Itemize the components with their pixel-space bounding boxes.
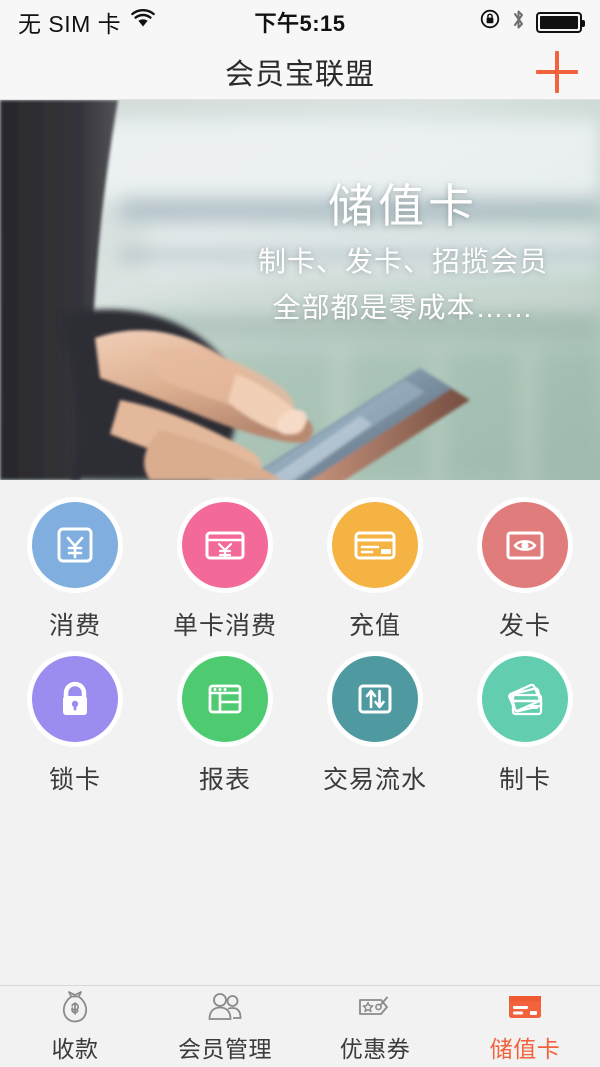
grid-item-label: 充值 [348,612,401,640]
report-window-icon [182,656,268,742]
tab-stored-value-card[interactable]: 储值卡 [450,986,600,1067]
up-down-arrows-icon [332,656,418,742]
bluetooth-icon [511,8,526,37]
wifi-icon [130,9,156,35]
grid-item-issue-card[interactable]: 发卡 [450,502,600,642]
grid-item-transactions[interactable]: 交易流水 [300,656,450,796]
battery-full-icon [536,11,586,33]
rotation-lock-icon [479,8,501,36]
promo-banner[interactable]: 储值卡 制卡、发卡、招揽会员 全部都是零成本…… [0,100,600,480]
grid-item-consume[interactable]: 消费 [0,502,150,642]
feature-grid: 消费 单卡消费 充值 发卡 锁卡 报表 交易流水 制卡 [0,502,600,796]
grid-item-report[interactable]: 报表 [150,656,300,796]
grid-item-label: 制卡 [498,766,551,794]
tab-receive-payment[interactable]: 收款 [0,986,150,1067]
grid-item-label: 交易流水 [322,766,427,794]
grid-item-lock-card[interactable]: 锁卡 [0,656,150,796]
yen-in-square-icon [32,502,118,588]
app-screen: 无 SIM 卡 下午5:15 会员宝联盟 储值卡 制卡、发卡、招揽会员 全部都是… [0,0,600,1067]
banner-subtitle-line-1: 制卡、发卡、招揽会员 [257,245,548,277]
grid-item-recharge[interactable]: 充值 [300,502,450,642]
credit-card-icon [332,502,418,588]
banner-text-block: 储值卡 制卡、发卡、招揽会员 全部都是零成本…… [258,178,548,329]
grid-item-label: 发卡 [498,612,551,640]
clock-label: 下午5:15 [254,11,346,36]
add-button[interactable] [536,50,578,93]
page-title: 会员宝联盟 [224,58,375,91]
tab-label: 会员管理 [178,1035,272,1062]
tab-label: 收款 [51,1035,99,1062]
people-icon [206,990,244,1024]
tab-label: 优惠券 [339,1035,411,1062]
money-bag-icon [59,990,91,1024]
carrier-label: 无 SIM 卡 [18,11,122,37]
feature-grid-area: 消费 单卡消费 充值 发卡 锁卡 报表 交易流水 制卡 [0,480,600,985]
banner-title: 储值卡 [327,180,478,232]
banner-subtitle-line-2: 全部都是零成本…… [272,292,534,324]
card-icon [507,990,543,1024]
tab-coupon[interactable]: 优惠券 [300,986,450,1067]
eye-in-card-icon [482,502,568,588]
tab-label: 储值卡 [489,1035,561,1062]
status-bar-right [346,8,586,37]
status-bar-left: 无 SIM 卡 [18,5,254,39]
tab-member-management[interactable]: 会员管理 [150,986,300,1067]
lock-icon [32,656,118,742]
stacked-cards-icon [482,656,568,742]
bottom-tab-bar: 收款 会员管理 优惠券 储值卡 [0,985,600,1067]
status-bar: 无 SIM 卡 下午5:15 [0,0,600,44]
coupon-icon [356,990,394,1024]
grid-item-label: 消费 [48,612,101,640]
grid-item-make-card[interactable]: 制卡 [450,656,600,796]
grid-item-label: 单卡消费 [172,612,277,640]
grid-item-single-card-consume[interactable]: 单卡消费 [150,502,300,642]
grid-item-label: 锁卡 [48,766,101,794]
navigation-bar: 会员宝联盟 [0,44,600,100]
grid-item-label: 报表 [198,766,251,794]
card-yen-icon [182,502,268,588]
